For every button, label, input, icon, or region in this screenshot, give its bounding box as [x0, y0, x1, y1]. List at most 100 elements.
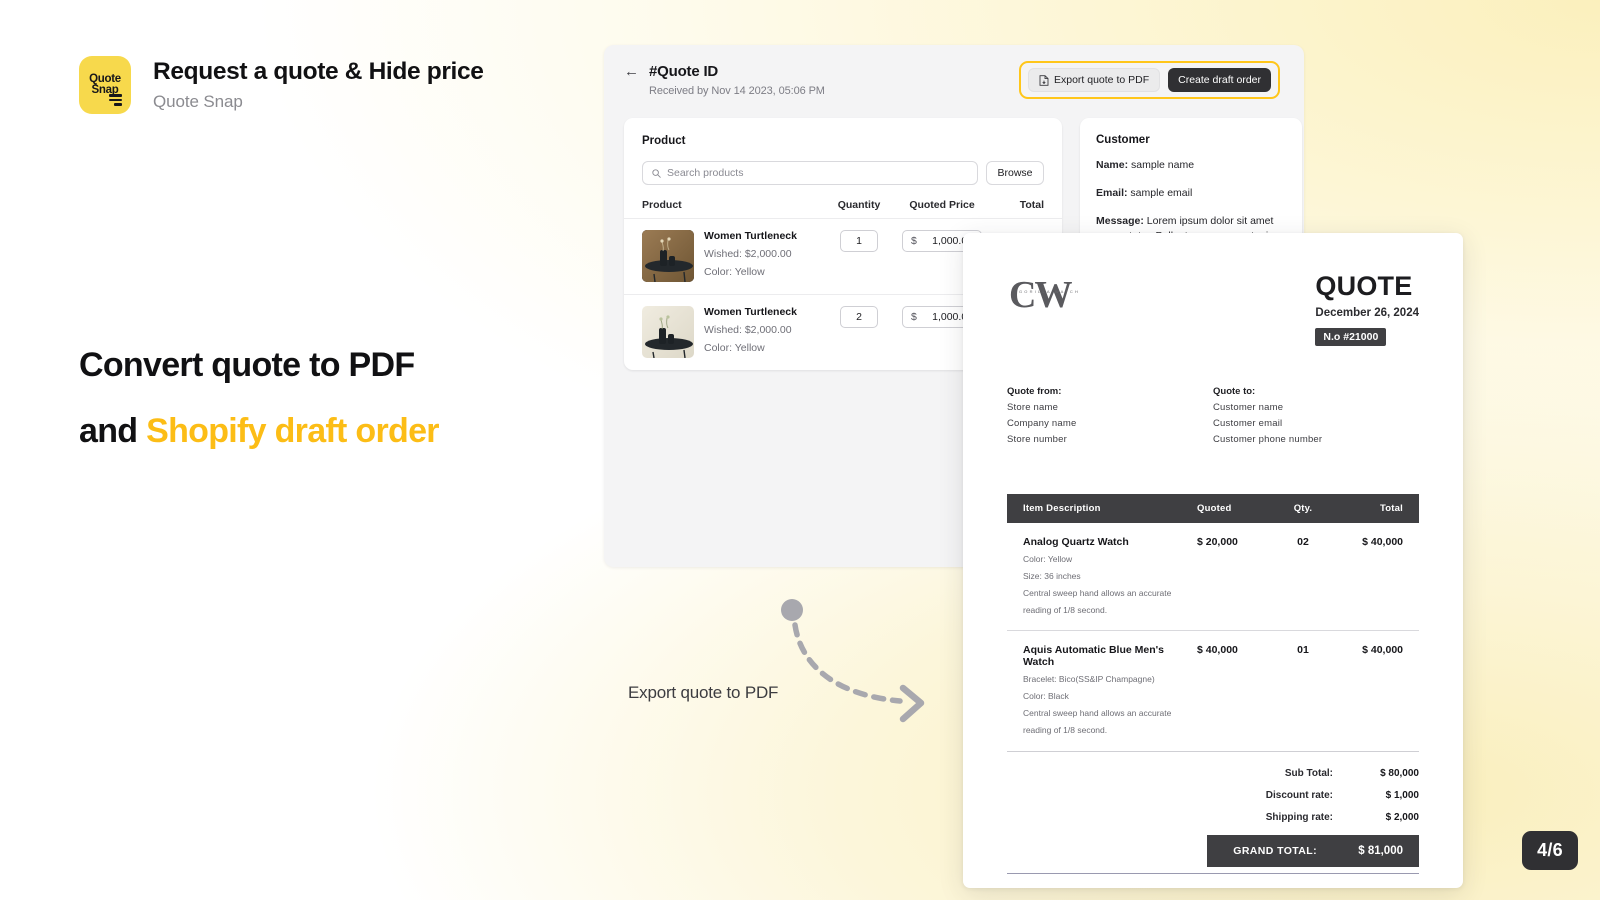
column-header-quantity: Quantity — [837, 199, 881, 211]
product-table-header: Product Quantity Quoted Price Total — [624, 199, 1062, 219]
headline: Convert quote to PDF and Shopify draft o… — [79, 346, 440, 450]
page-indicator: 4/6 — [1522, 831, 1578, 870]
pdf-total-value: $ 2,000 — [1385, 811, 1419, 823]
quote-to-block: Quote to: Customer name Customer email C… — [1213, 386, 1419, 445]
product-wished-price: Wished: $2,000.00 — [704, 324, 792, 336]
quote-snap-logo-icon: Quote Snap — [79, 56, 131, 114]
pdf-column-qty: Qty. — [1293, 503, 1313, 514]
product-card-heading: Product — [642, 135, 686, 147]
quote-from-line: Company name — [1007, 418, 1077, 429]
pdf-item-total: $ 40,000 — [1362, 644, 1403, 657]
actions-highlight-box: Export quote to PDF Create draft order — [1018, 61, 1280, 99]
currency-symbol: $ — [911, 235, 917, 247]
quantity-input[interactable]: 1 — [840, 230, 878, 252]
pdf-item-total: $ 40,000 — [1362, 536, 1403, 548]
pdf-item-spec: Size: 36 inches — [1023, 571, 1081, 582]
pdf-table-row: Analog Quartz Watch Color: Yellow Size: … — [1007, 523, 1419, 632]
pdf-total-row: Discount rate: $ 1,000 — [1007, 790, 1419, 801]
quote-from-line: Store number — [1007, 434, 1067, 445]
quantity-cell: 1 — [822, 230, 896, 252]
quote-from-heading: Quote from: — [1007, 386, 1062, 397]
pdf-total-value: $ 80,000 — [1380, 767, 1419, 779]
quantity-cell: 2 — [822, 306, 896, 328]
customer-name-label: Name: — [1096, 159, 1129, 171]
quantity-input[interactable]: 2 — [840, 306, 878, 328]
pdf-header: CW GORILLA WATCH QUOTE December 26, 2024… — [1007, 271, 1419, 346]
product-info: Women Turtleneck Wished: $2,000.00 Color… — [704, 306, 822, 354]
search-placeholder-text: Search products — [667, 167, 744, 179]
pdf-item-spec: Central sweep hand allows an accurate — [1023, 708, 1172, 719]
product-thumbnail — [642, 230, 694, 282]
customer-email-value: sample email — [1127, 186, 1193, 199]
pdf-quote-number-badge: N.o #21000 — [1315, 328, 1387, 346]
customer-email-label: Email: — [1096, 186, 1128, 199]
annotation-label: Export quote to PDF — [628, 683, 779, 702]
pdf-total-label: Discount rate: — [1265, 789, 1333, 801]
quote-to-line: Customer email — [1213, 418, 1283, 429]
pdf-footer-divider — [1007, 873, 1419, 874]
quote-pdf-preview: CW GORILLA WATCH QUOTE December 26, 2024… — [963, 233, 1463, 888]
pdf-item-qty: 01 — [1297, 644, 1309, 657]
pdf-item-name: Aquis Automatic Blue Men's Watch — [1023, 644, 1164, 669]
customer-email-line: Email: sample email — [1080, 186, 1302, 202]
gorilla-watch-logo-icon: CW GORILLA WATCH — [1007, 271, 1103, 317]
product-color: Color: Yellow — [704, 266, 765, 278]
app-header-text: Request a quote & Hide price Quote Snap — [153, 56, 484, 112]
quote-from-line: Store name — [1007, 402, 1059, 413]
quote-to-heading: Quote to: — [1213, 386, 1256, 397]
product-search-row: Search products Browse — [624, 147, 1062, 185]
column-header-quoted-price: Quoted Price — [909, 199, 975, 211]
search-input[interactable]: Search products — [642, 161, 978, 185]
column-header-product: Product — [642, 199, 682, 211]
headline-accent: Shopify draft order — [146, 412, 439, 450]
svg-text:CW: CW — [1009, 274, 1072, 316]
pdf-item-qty: 02 — [1297, 536, 1309, 548]
headline-line-1: Convert quote to PDF — [79, 346, 415, 384]
svg-text:GORILLA WATCH: GORILLA WATCH — [1019, 289, 1080, 294]
browse-button[interactable]: Browse — [986, 161, 1044, 185]
pdf-item-quoted: $ 20,000 — [1197, 536, 1238, 548]
pdf-total-row: Shipping rate: $ 2,000 — [1007, 812, 1419, 823]
annotation-arrow-icon — [781, 599, 925, 723]
quote-from-block: Quote from: Store name Company name Stor… — [1007, 386, 1213, 445]
pdf-item-quoted: $ 40,000 — [1197, 644, 1238, 657]
customer-name-value: sample name — [1128, 159, 1195, 171]
create-draft-order-button[interactable]: Create draft order — [1168, 68, 1271, 92]
create-button-label: Create draft order — [1178, 74, 1261, 86]
page-title: Request a quote & Hide price — [153, 58, 484, 85]
product-thumbnail — [642, 306, 694, 358]
pdf-item-description: Aquis Automatic Blue Men's Watch Bracele… — [1023, 644, 1197, 736]
headline-prefix: and — [79, 412, 147, 450]
grand-total-value: $ 81,000 — [1358, 844, 1403, 857]
search-icon — [652, 168, 661, 178]
app-header: Quote Snap Request a quote & Hide price … — [79, 56, 484, 114]
product-name: Women Turtleneck — [704, 306, 797, 318]
logo-bars-icon — [109, 94, 122, 106]
back-arrow-icon[interactable]: ← — [624, 63, 639, 80]
pdf-title: QUOTE — [1315, 271, 1413, 301]
export-quote-to-pdf-button[interactable]: Export quote to PDF — [1027, 68, 1161, 92]
product-info: Women Turtleneck Wished: $2,000.00 Color… — [704, 230, 822, 278]
pdf-column-total: Total — [1380, 503, 1403, 514]
pdf-totals: Sub Total: $ 80,000 Discount rate: $ 1,0… — [1007, 768, 1419, 867]
customer-card-heading: Customer — [1096, 134, 1150, 146]
pdf-column-quoted: Quoted — [1197, 503, 1232, 514]
customer-name-line: Name: sample name — [1080, 158, 1302, 174]
pdf-total-label: Sub Total: — [1284, 767, 1333, 779]
pdf-table-header: Item Description Quoted Qty. Total — [1007, 494, 1419, 523]
currency-symbol: $ — [911, 311, 917, 323]
pdf-item-name: Analog Quartz Watch — [1023, 536, 1129, 548]
pdf-total-row: Sub Total: $ 80,000 — [1007, 768, 1419, 779]
pdf-date: December 26, 2024 — [1315, 307, 1419, 319]
document-download-icon — [1039, 74, 1049, 86]
pdf-item-spec: Color: Black — [1023, 691, 1069, 702]
quote-to-line: Customer phone number — [1213, 434, 1323, 445]
pdf-header-right: QUOTE December 26, 2024 N.o #21000 — [1315, 271, 1419, 346]
pdf-column-item-description: Item Description — [1023, 503, 1101, 514]
pdf-item-spec: Bracelet: Bico(SS&IP Champagne) — [1023, 674, 1155, 685]
headline-line-2: and Shopify draft order — [79, 412, 440, 450]
product-wished-price: Wished: $2,000.00 — [704, 248, 792, 260]
received-timestamp: Received by Nov 14 2023, 05:06 PM — [649, 85, 825, 97]
pdf-item-spec: reading of 1/8 second. — [1023, 605, 1108, 616]
pdf-item-spec: Color: Yellow — [1023, 554, 1073, 564]
